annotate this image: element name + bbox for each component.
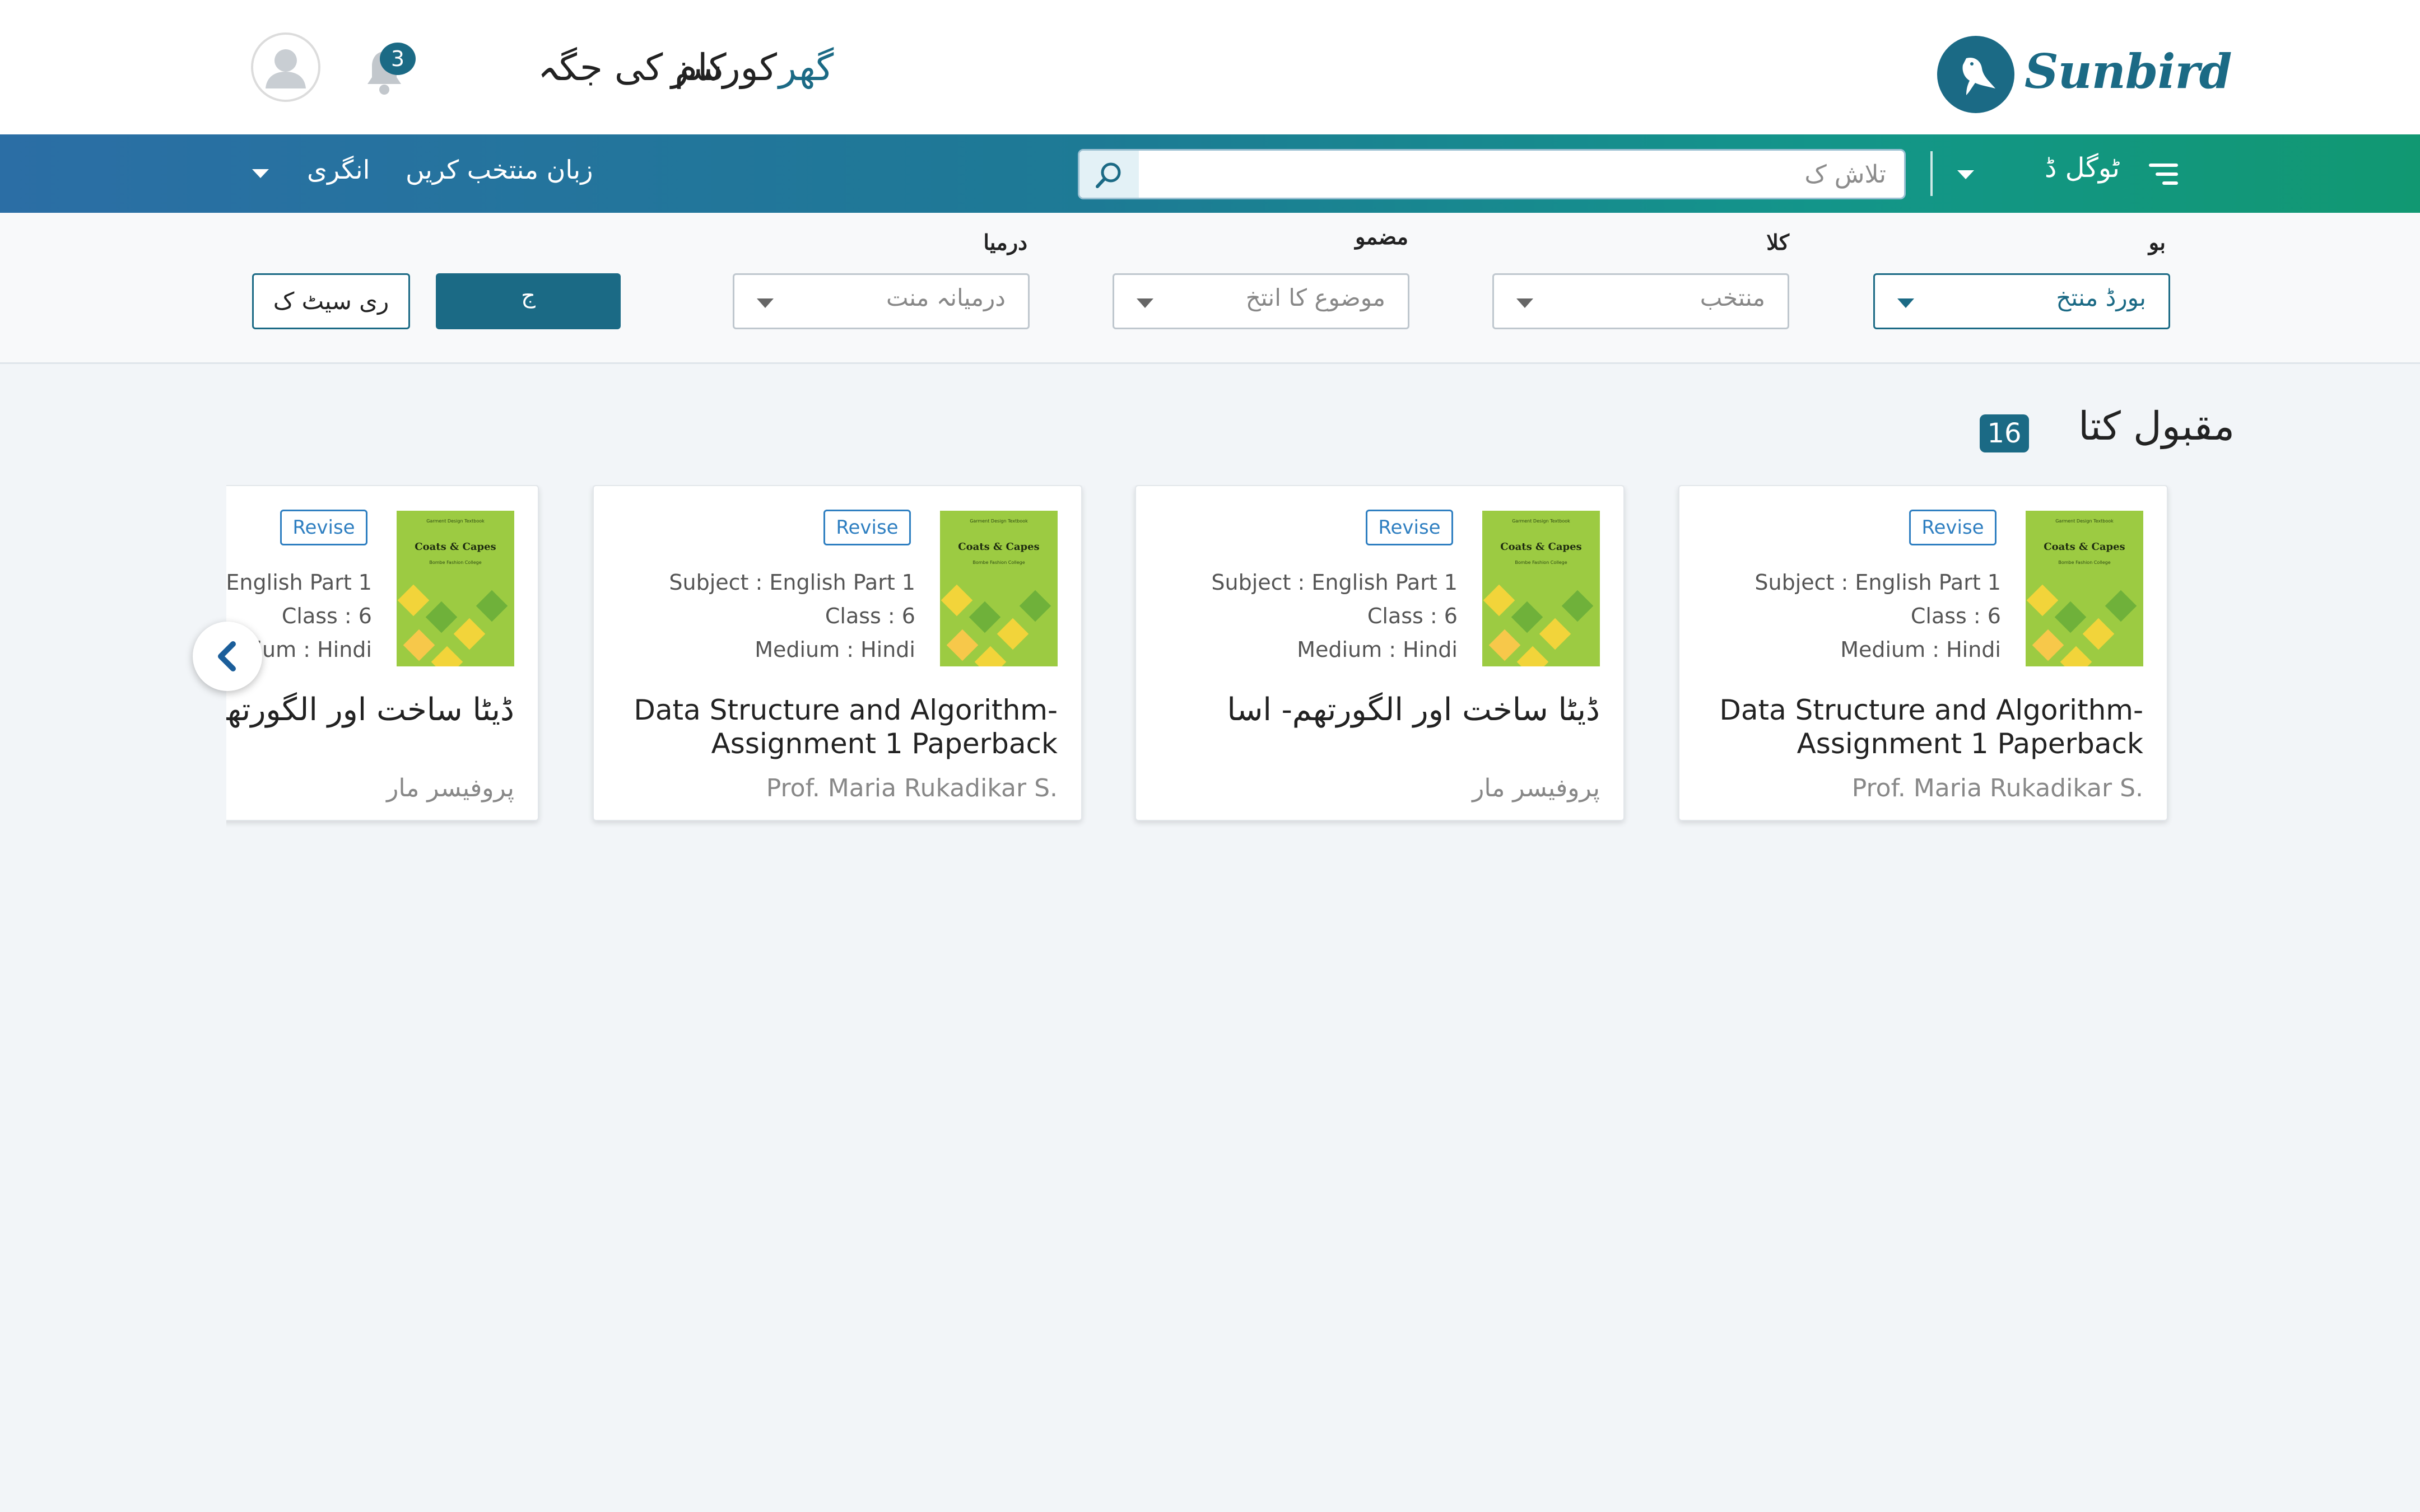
- book-carousel: Garment Design Textbook Coats & Capes Bo…: [226, 485, 2214, 828]
- card-class: Class : 6: [1367, 604, 1458, 628]
- carousel-prev-button[interactable]: [193, 622, 262, 691]
- apply-button[interactable]: ج: [436, 273, 621, 329]
- revise-button[interactable]: Revise: [280, 510, 367, 545]
- card-title[interactable]: ڈیٹا ساخت اور الگورتھم- اسا: [226, 693, 514, 727]
- cover-title: Coats & Capes: [1500, 541, 1582, 553]
- card-title[interactable]: Data Structure and Algorithm-Assignment …: [1701, 693, 2143, 760]
- search-icon: [1096, 162, 1121, 188]
- cover-subtitle: Bombe Fashion College: [2058, 560, 2111, 565]
- search-input[interactable]: [1141, 153, 1897, 195]
- toggle-label[interactable]: ٹوگل ڈ: [2045, 152, 2120, 184]
- card-title[interactable]: ڈیٹا ساخت اور الگورتھم- اسا: [1157, 693, 1600, 727]
- medium-select[interactable]: درمیانہ منت: [733, 273, 1030, 329]
- revise-button[interactable]: Revise: [823, 510, 911, 545]
- chevron-down-icon: [757, 298, 774, 308]
- language-select[interactable]: انگری: [307, 155, 370, 185]
- card-subject: Subject : English Part 1: [1211, 570, 1458, 595]
- section-count-badge: 16: [1980, 414, 2029, 452]
- card-medium: Medium : Hindi: [755, 637, 915, 662]
- toolbar-band: ٹوگل ڈ زبان منتخب کریں انگری: [0, 134, 2420, 213]
- chevron-down-icon: [1897, 298, 1914, 308]
- chevron-down-icon: [1516, 298, 1533, 308]
- cover-subtitle: Bombe Fashion College: [1515, 560, 1567, 565]
- chevron-down-icon: [1137, 298, 1153, 308]
- cover-series: Garment Design Textbook: [970, 519, 1028, 524]
- card-author: پروفیسر مار: [1472, 774, 1600, 802]
- card-class: Class : 6: [1910, 604, 2001, 628]
- board-select-value: بورڈ منتخ: [2056, 284, 2146, 311]
- cover-title: Coats & Capes: [415, 541, 496, 553]
- notification-badge: 3: [380, 43, 416, 75]
- revise-button[interactable]: Revise: [1909, 510, 1997, 545]
- chevron-left-icon: [218, 641, 236, 671]
- medium-select-value: درمیانہ منت: [886, 284, 1006, 311]
- search-button[interactable]: [1079, 151, 1139, 198]
- sunbird-logo-icon[interactable]: [1937, 36, 2014, 113]
- card-subject: Subject : English Part 1: [669, 570, 915, 595]
- book-card[interactable]: Garment Design Textbook Coats & Capes Bo…: [226, 485, 539, 821]
- user-avatar-icon[interactable]: [251, 32, 320, 102]
- card-author: Prof. Maria Rukadikar S.: [766, 774, 1058, 802]
- card-author: پروفیسر مار: [387, 774, 514, 802]
- top-header: Sunbird گھر کورسز کام کی جگہ 3: [0, 0, 2420, 134]
- book-card[interactable]: Garment Design Textbook Coats & Capes Bo…: [1135, 485, 1625, 821]
- subject-label: مضمو: [1355, 224, 1408, 249]
- card-medium: Medium : Hindi: [1840, 637, 2001, 662]
- medium-label: درمیا: [983, 230, 1027, 255]
- subject-select[interactable]: موضوع کا انتخ: [1113, 273, 1409, 329]
- cover-subtitle: Bombe Fashion College: [429, 560, 482, 565]
- card-author: Prof. Maria Rukadikar S.: [1851, 774, 2143, 802]
- language-chevron-down-icon[interactable]: [252, 169, 269, 178]
- book-card[interactable]: Garment Design Textbook Coats & Capes Bo…: [1678, 485, 2168, 821]
- class-select-value: منتخب: [1700, 284, 1765, 311]
- cover-series: Garment Design Textbook: [426, 519, 485, 524]
- cover-title: Coats & Capes: [2044, 541, 2125, 553]
- book-cover: Garment Design Textbook Coats & Capes Bo…: [397, 511, 514, 666]
- nav-home[interactable]: گھر: [779, 46, 834, 89]
- class-label: کلا: [1766, 230, 1789, 255]
- book-cover: Garment Design Textbook Coats & Capes Bo…: [1482, 511, 1600, 666]
- cover-series: Garment Design Textbook: [2055, 519, 2114, 524]
- cover-series: Garment Design Textbook: [1512, 519, 1570, 524]
- section-title: مقبول کتا: [2078, 403, 2235, 449]
- filter-bar: بو بورڈ منتخ کلا منتخب مضمو موضوع کا انت…: [0, 213, 2420, 364]
- chevron-down-icon[interactable]: [1957, 170, 1974, 179]
- reset-button[interactable]: ری سیٹ ک: [252, 273, 410, 329]
- card-title[interactable]: Data Structure and Algorithm-Assignment …: [615, 693, 1058, 760]
- select-language-label: زبان منتخب کریں: [406, 155, 593, 185]
- board-select[interactable]: بورڈ منتخ: [1873, 273, 2170, 329]
- card-subject: Subject : English Part 1: [1755, 570, 2001, 595]
- card-subject: Subject : English Part 1: [226, 570, 372, 595]
- board-label: بو: [2148, 230, 2166, 255]
- book-card[interactable]: Garment Design Textbook Coats & Capes Bo…: [593, 485, 1082, 821]
- cover-title: Coats & Capes: [958, 541, 1040, 553]
- nav-workspace[interactable]: کام کی جگہ: [538, 46, 727, 89]
- cover-subtitle: Bombe Fashion College: [972, 560, 1025, 565]
- logo-text[interactable]: Sunbird: [2025, 44, 2232, 99]
- card-class: Class : 6: [281, 604, 372, 628]
- toolbar-divider: [1930, 151, 1933, 196]
- card-class: Class : 6: [825, 604, 915, 628]
- class-select[interactable]: منتخب: [1492, 273, 1789, 329]
- book-cover: Garment Design Textbook Coats & Capes Bo…: [2026, 511, 2143, 666]
- hamburger-icon[interactable]: [2149, 164, 2178, 186]
- subject-select-value: موضوع کا انتخ: [1245, 284, 1385, 311]
- card-medium: Medium : Hindi: [1297, 637, 1458, 662]
- book-cover: Garment Design Textbook Coats & Capes Bo…: [940, 511, 1058, 666]
- revise-button[interactable]: Revise: [1366, 510, 1453, 545]
- search-box: [1078, 149, 1906, 199]
